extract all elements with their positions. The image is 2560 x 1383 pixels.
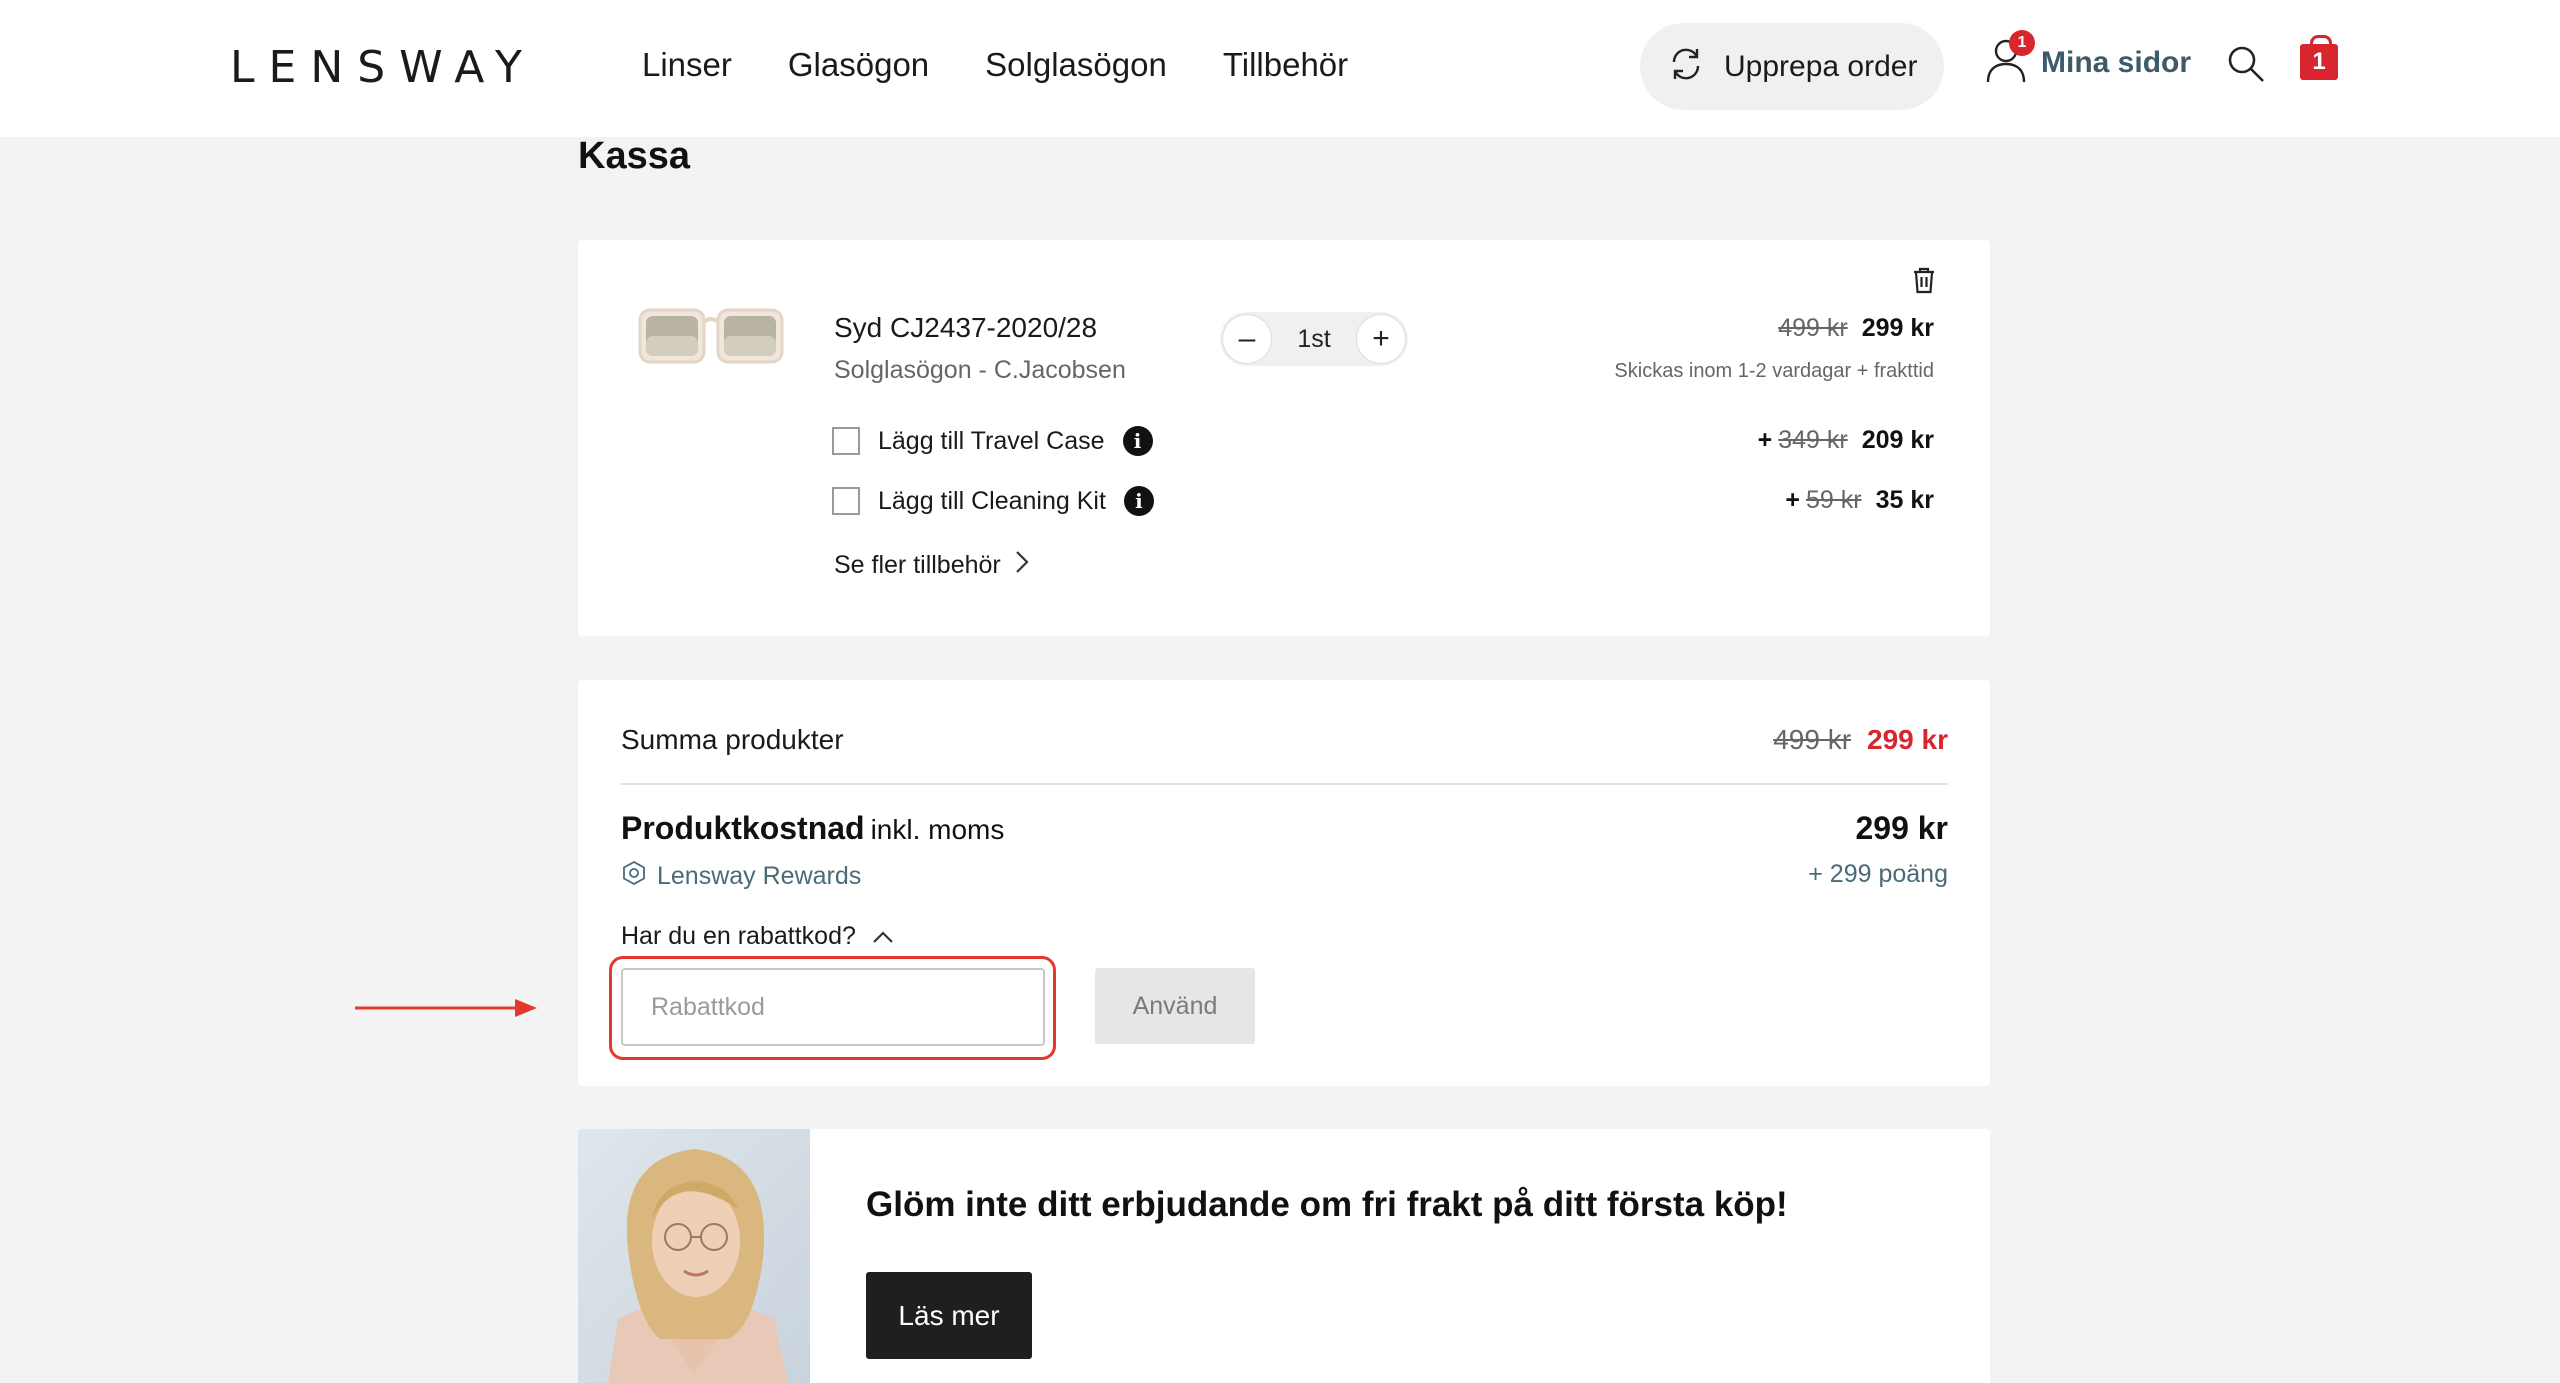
product-cost-label: Produktkostnad inkl. moms — [621, 810, 1004, 847]
user-icon: 1 — [1985, 30, 2035, 89]
quantity-stepper: – 1st + — [1220, 312, 1408, 366]
discount-code-input[interactable] — [621, 968, 1045, 1046]
repeat-order-label: Upprepa order — [1724, 49, 1918, 83]
arrow-pointer-icon — [355, 996, 540, 1025]
nav-item-linser[interactable]: Linser — [642, 46, 732, 84]
travel-case-price: + 349 kr 209 kr — [1758, 426, 1934, 455]
addon-cleaning-kit: Lägg till Cleaning Kit i — [832, 486, 1154, 516]
item-old-price: 499 kr — [1778, 314, 1848, 342]
rewards-label: Lensway Rewards — [657, 862, 862, 890]
read-more-button[interactable]: Läs mer — [866, 1272, 1032, 1359]
chevron-up-icon — [872, 922, 894, 951]
travel-case-current-price: 209 kr — [1861, 426, 1934, 454]
chevron-right-icon — [1015, 550, 1029, 581]
account-badge: 1 — [2009, 30, 2035, 56]
promo-banner: Glöm inte ditt erbjudande om fri frakt p… — [578, 1129, 1990, 1383]
addon-travel-case: Lägg till Travel Case i — [832, 426, 1153, 456]
woman-portrait-image — [578, 1129, 810, 1383]
products-old-price: 499 kr — [1773, 724, 1852, 755]
cleaning-kit-old-price: 59 kr — [1806, 486, 1862, 514]
travel-case-label[interactable]: Lägg till Travel Case — [878, 427, 1105, 456]
item-price: 499 kr 299 kr — [1778, 314, 1934, 343]
cleaning-kit-current-price: 35 kr — [1875, 486, 1934, 514]
more-accessories-label: Se fler tillbehör — [834, 551, 1001, 579]
info-icon[interactable]: i — [1123, 486, 1154, 516]
cleaning-kit-price: + 59 kr 35 kr — [1785, 486, 1934, 515]
cart-icon[interactable]: 1 — [2300, 35, 2338, 80]
account-label: Mina sidor — [2041, 45, 2192, 79]
products-current-price: 299 kr — [1867, 724, 1948, 755]
refresh-icon — [1666, 44, 1706, 89]
products-sum-price: 499 kr 299 kr — [1773, 724, 1948, 756]
addon-plus: + — [1757, 426, 1773, 454]
item-current-price: 299 kr — [1861, 314, 1934, 342]
main-nav: Linser Glasögon Solglasögon Tillbehör — [642, 46, 1348, 84]
rewards-icon — [621, 860, 647, 893]
product-cost-price: 299 kr — [1855, 810, 1948, 846]
addon-plus: + — [1785, 486, 1801, 514]
trash-icon[interactable] — [1912, 266, 1936, 299]
search-icon[interactable] — [2226, 44, 2266, 89]
quantity-value: 1st — [1297, 324, 1331, 353]
site-header: LENSWAY Linser Glasögon Solglasögon Till… — [0, 0, 2560, 137]
nav-item-solglasogon[interactable]: Solglasögon — [985, 46, 1167, 84]
apply-discount-button[interactable]: Använd — [1095, 968, 1255, 1044]
product-cost-title: Produktkostnad — [621, 810, 865, 846]
promo-title: Glöm inte ditt erbjudande om fri frakt p… — [866, 1185, 1788, 1224]
cart-item-card: Syd CJ2437-2020/28 Solglasögon - C.Jacob… — [578, 240, 1990, 636]
cleaning-kit-checkbox[interactable] — [832, 487, 860, 515]
more-accessories-link[interactable]: Se fler tillbehör — [834, 550, 1029, 581]
product-name[interactable]: Syd CJ2437-2020/28 — [834, 312, 1097, 344]
product-cost-suffix: inkl. moms — [870, 814, 1005, 845]
shipping-info: Skickas inom 1-2 vardagar + frakttid — [1614, 360, 1934, 382]
divider — [621, 783, 1948, 785]
increase-quantity-button[interactable]: + — [1356, 315, 1405, 363]
lensway-rewards: Lensway Rewards — [621, 860, 861, 893]
repeat-order-button[interactable]: Upprepa order — [1640, 23, 1944, 110]
sunglasses-product-image[interactable] — [636, 302, 786, 370]
travel-case-old-price: 349 kr — [1778, 426, 1848, 454]
discount-question: Har du en rabattkod? — [621, 922, 856, 950]
products-sum-label: Summa produkter — [621, 724, 844, 755]
lensway-logo[interactable]: LENSWAY — [230, 42, 536, 93]
rewards-points: + 299 poäng — [1808, 860, 1948, 888]
info-icon[interactable]: i — [1122, 426, 1153, 456]
account-link[interactable]: 1 Mina sidor — [1985, 30, 2192, 89]
travel-case-checkbox[interactable] — [832, 427, 860, 455]
discount-code-toggle[interactable]: Har du en rabattkod? — [621, 922, 894, 951]
product-subtitle: Solglasögon - C.Jacobsen — [834, 356, 1126, 384]
decrease-quantity-button[interactable]: – — [1223, 315, 1271, 363]
nav-item-glasogon[interactable]: Glasögon — [788, 46, 929, 84]
order-summary-card: Summa produkter 499 kr 299 kr Produktkos… — [578, 680, 1990, 1086]
cleaning-kit-label[interactable]: Lägg till Cleaning Kit — [878, 487, 1106, 516]
nav-item-tillbehor[interactable]: Tillbehör — [1223, 46, 1348, 84]
page-title: Kassa — [578, 135, 690, 177]
